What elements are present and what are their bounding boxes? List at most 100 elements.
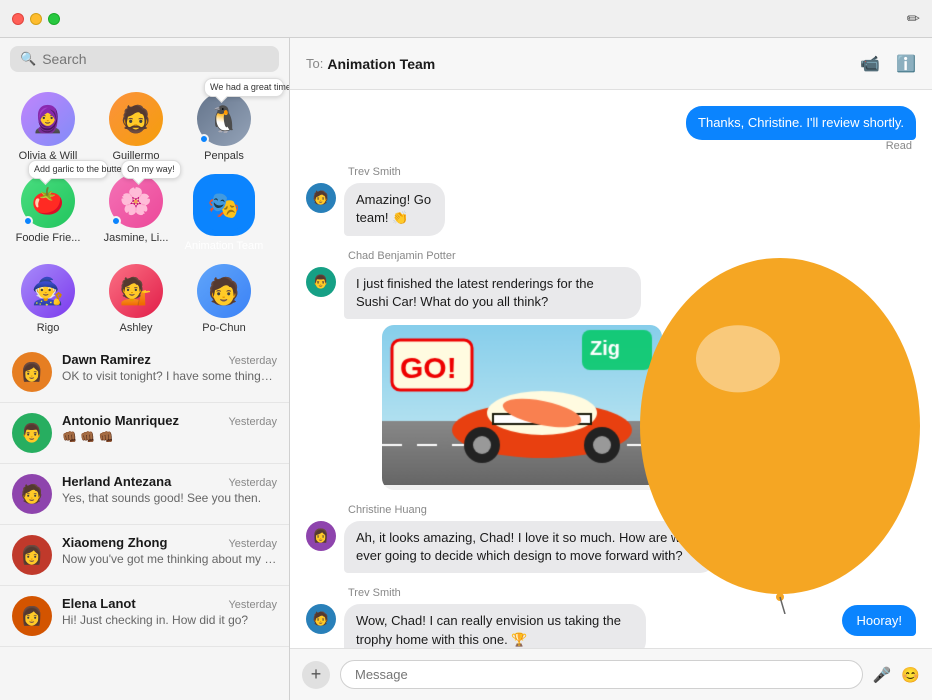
pinned-label-po-chun: Po-Chun [184,322,264,334]
sidebar: 🔍 🧕Olivia & Will🧔GuillermoWe had a great… [0,38,290,700]
pinned-label-penpals: Penpals [184,150,264,162]
fullscreen-button[interactable] [48,13,60,25]
msg-outgoing-msg-outgoing-1: Thanks, Christine. I'll review shortly.R… [306,106,916,152]
chat-area: To: Animation Team 📹 ℹ️ Thanks, Christin… [290,38,932,700]
conv-info-xiaomeng: Xiaomeng ZhongYesterdayNow you've got me… [62,535,277,566]
msg-row-msg-christine-1: 👩Ah, it looks amazing, Chad! I love it s… [306,521,916,573]
message-input[interactable] [340,660,863,689]
minimize-button[interactable] [30,13,42,25]
avatar-animation-team: 🎭 [197,178,251,232]
video-call-icon[interactable]: 📹 [860,54,880,74]
pinned-contacts: 🧕Olivia & Will🧔GuillermoWe had a great t… [0,80,289,342]
input-bar: + 🎤 😊 [290,648,932,700]
conv-item-dawn[interactable]: 👩 Dawn Ramirez Yesterday OK to visit tonigh… [0,342,289,403]
pinned-contact-ashley[interactable]: 💁 Ashley [94,260,178,338]
emoji-icon[interactable]: 😊 [901,666,920,684]
msg-group-msg-trev-2: Trev Smith 🧑 Wow, Chad! I can really envis… [306,587,916,648]
hooray-bubble: Hooray! [842,605,916,636]
conv-item-elena[interactable]: 👩 Elena Lanot Yesterday Hi! Just checking i… [0,586,289,647]
conv-name-xiaomeng: Xiaomeng Zhong [62,535,167,550]
traffic-lights [12,13,60,25]
conv-avatar-dawn: 👩 [12,352,52,392]
avatar-po-chun: 🧑 [197,264,251,318]
conv-item-antonio[interactable]: 👨 Antonio Manriquez Yesterday 👊🏾 👊🏾 👊🏾 [0,403,289,464]
avatar-guillermo: 🧔 [109,92,163,146]
msg-row-msg-trev-2: 🧑 Wow, Chad! I can really envision us tak… [306,604,916,648]
pinned-contact-rigo[interactable]: 🧙 Rigo [6,260,90,338]
conv-time-herland: Yesterday [228,477,277,489]
msg-bubble-msg-trev-1: Amazing! Go team! 👏 [344,183,445,235]
pinned-contact-guillermo[interactable]: 🧔Guillermo [94,88,178,166]
msg-avatar-msg-christine-1: 👩 [306,521,336,551]
msg-sender-name-msg-christine-1: Christine Huang [306,504,916,516]
msg-group-msg-chad-1: Chad Benjamin Potter 👨 I just finished the… [306,250,916,490]
info-icon[interactable]: ℹ️ [896,54,916,74]
conv-preview-antonio: 👊🏾 👊🏾 👊🏾 [62,430,277,444]
conv-name-elena: Elena Lanot [62,596,136,611]
chat-header-icons: 📹 ℹ️ [860,54,916,74]
msg-sender-name-msg-trev-2: Trev Smith [306,587,916,599]
unread-dot-penpals [199,134,209,144]
conv-name-dawn: Dawn Ramirez [62,352,151,367]
speech-bubble-jasmine-li: On my way! [121,160,181,179]
msg-row-msg-chad-1: 👨 I just finished the latest renderings f… [306,267,916,490]
compose-button[interactable]: ✏ [907,9,920,29]
msg-bubble-msg-outgoing-1: Thanks, Christine. I'll review shortly. [686,106,916,140]
conv-avatar-antonio: 👨 [12,413,52,453]
conv-item-herland[interactable]: 🧑 Herland AntezanaYesterdayYes, that soun… [0,464,289,525]
conv-preview-dawn: OK to visit tonight? I have some things … [62,369,277,383]
avatar-olivia-will: 🧕 [21,92,75,146]
pinned-contact-olivia-will[interactable]: 🧕Olivia & Will [6,88,90,166]
unread-dot-foodie-frie [23,216,33,226]
conv-time-dawn: Yesterday [228,355,277,367]
chat-header: To: Animation Team 📹 ℹ️ [290,38,932,90]
pinned-label-rigo: Rigo [8,322,88,334]
close-button[interactable] [12,13,24,25]
add-attachment-button[interactable]: + [302,661,330,689]
pinned-contact-jasmine-li[interactable]: On my way!🌸Jasmine, Li... [94,170,178,256]
msg-sender-name-msg-chad-1: Chad Benjamin Potter [306,250,916,262]
messages-container: Thanks, Christine. I'll review shortly.R… [290,90,932,648]
main-content: 🔍 🧕Olivia & Will🧔GuillermoWe had a great… [0,38,932,700]
conv-avatar-elena: 👩 [12,596,52,636]
conv-info-antonio: Antonio Manriquez Yesterday 👊🏾 👊🏾 👊🏾 [62,413,277,444]
search-icon: 🔍 [20,51,36,67]
pinned-label-foodie-frie: Foodie Frie... [8,232,88,244]
conv-avatar-herland: 🧑 [12,474,52,514]
read-label: Read [886,140,912,152]
audio-icon[interactable]: 🎤 [873,666,892,684]
conv-item-xiaomeng[interactable]: 👩Xiaomeng ZhongYesterdayNow you've got m… [0,525,289,586]
msg-sender-name-msg-trev-1: Trev Smith [306,166,916,178]
msg-bubble-msg-trev-2: Wow, Chad! I can really envision us taki… [344,604,646,648]
conv-name-antonio: Antonio Manriquez [62,413,179,428]
pinned-contact-po-chun[interactable]: 🧑 Po-Chun [182,260,266,338]
to-label: To: [306,56,323,71]
conversation-list: 👩 Dawn Ramirez Yesterday OK to visit tonigh… [0,342,289,700]
msg-avatar-msg-trev-2: 🧑 [306,604,336,634]
pinned-contact-animation-team[interactable]: 🎭Animation Team [182,170,266,256]
speech-bubble-foodie-frie: Add garlic to the butter, and then... [28,160,108,179]
msg-bubble-msg-chad-1: I just finished the latest renderings fo… [344,267,641,319]
pinned-label-ashley: Ashley [96,322,176,334]
conv-preview-herland: Yes, that sounds good! See you then. [62,491,277,505]
chat-recipient: Animation Team [327,56,435,72]
conv-info-dawn: Dawn Ramirez Yesterday OK to visit tonight… [62,352,277,383]
conv-time-elena: Yesterday [228,599,277,611]
conv-avatar-xiaomeng: 👩 [12,535,52,575]
search-bar[interactable]: 🔍 [10,46,279,72]
input-icons: 🎤 😊 [873,666,920,684]
msg-avatar-msg-trev-1: 🧑 [306,183,336,213]
pinned-contact-penpals[interactable]: We had a great time. Home with...🐧Penpal… [182,88,266,166]
avatar-rigo: 🧙 [21,264,75,318]
msg-group-msg-christine-1: Christine Huang 👩Ah, it looks amazing, Ch… [306,504,916,573]
pinned-contact-foodie-frie[interactable]: Add garlic to the butter, and then...🍅Fo… [6,170,90,256]
conv-info-herland: Herland AntezanaYesterdayYes, that sound… [62,474,277,505]
speech-bubble-penpals: We had a great time. Home with... [204,78,284,97]
msg-avatar-msg-chad-1: 👨 [306,267,336,297]
avatar-ashley: 💁 [109,264,163,318]
conv-preview-elena: Hi! Just checking in. How did it go? [62,613,277,627]
conv-time-xiaomeng: Yesterday [228,538,277,550]
unread-dot-jasmine-li [111,216,121,226]
conv-time-antonio: Yesterday [228,416,277,428]
search-input[interactable] [42,51,269,67]
